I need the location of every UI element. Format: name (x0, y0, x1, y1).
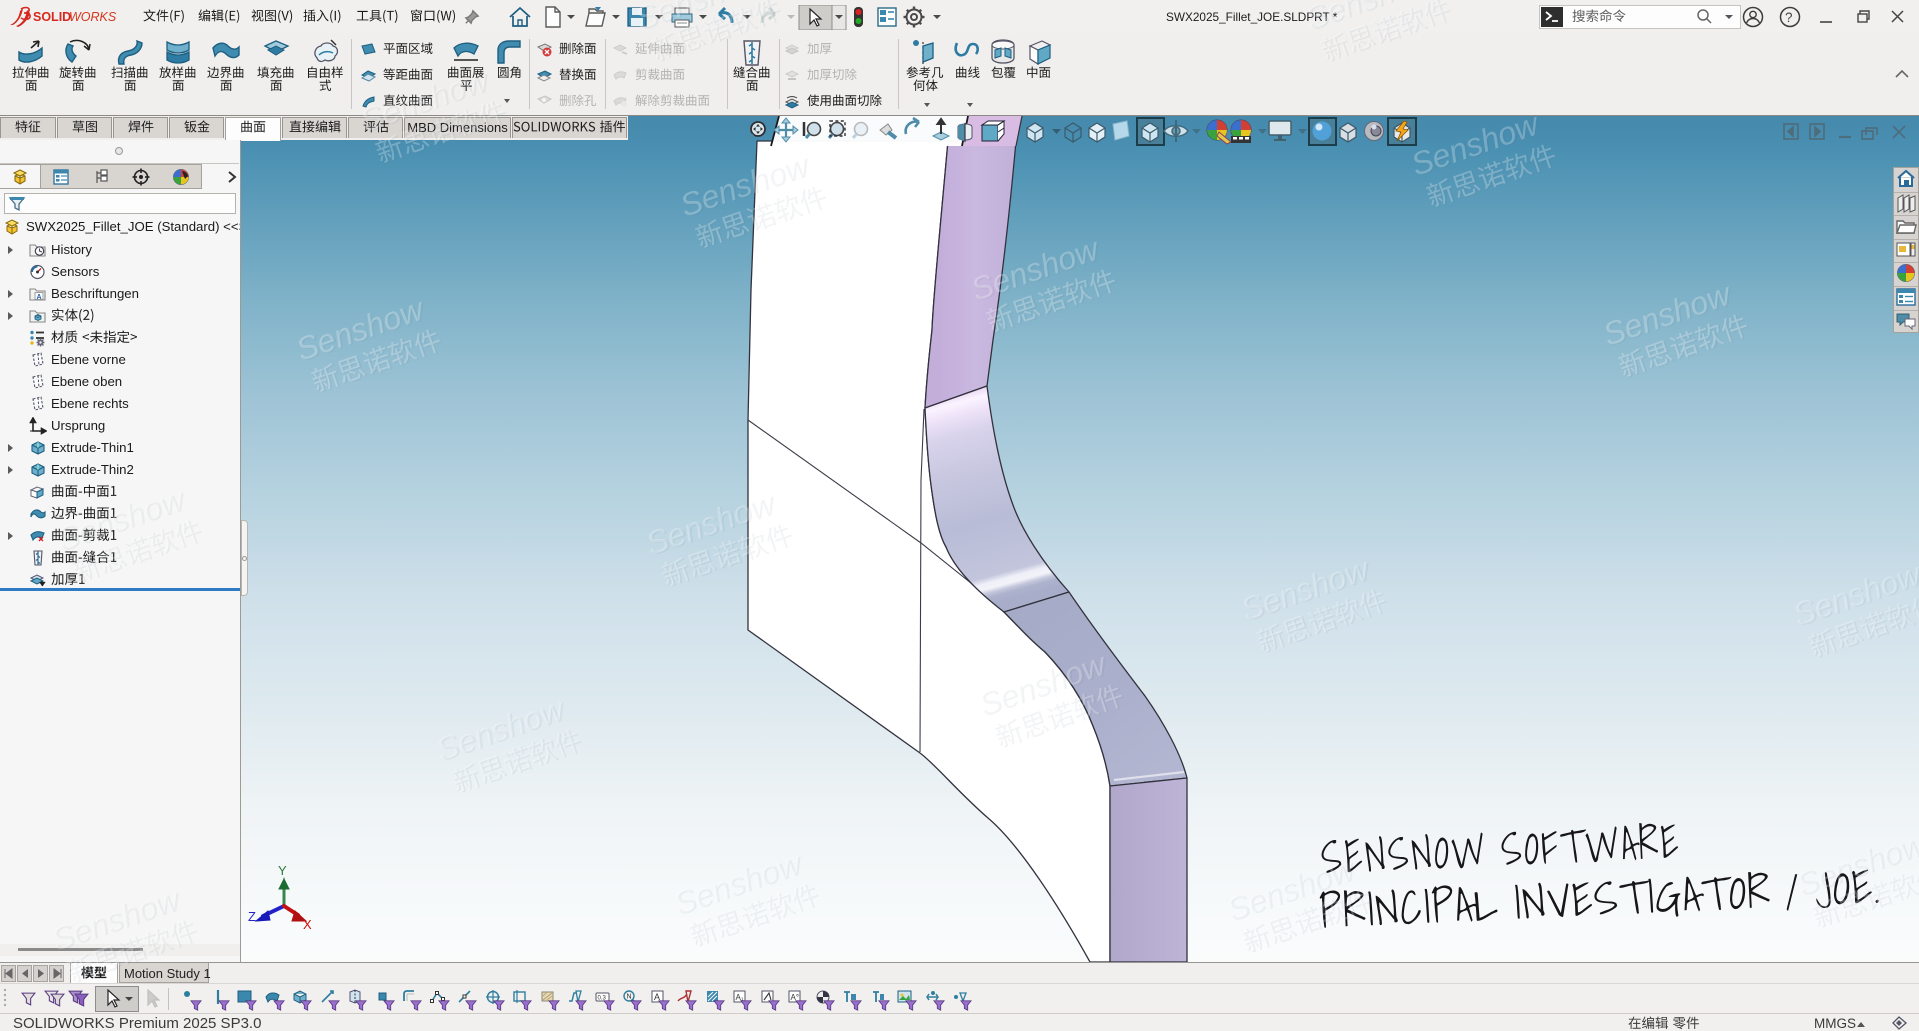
svg-text:Z: Z (248, 909, 256, 924)
svg-text:SOLID: SOLID (33, 10, 71, 24)
svg-text:?: ? (1785, 10, 1793, 25)
svg-text:X: X (303, 917, 312, 932)
svg-text:WORKS: WORKS (69, 10, 117, 24)
svg-text:A: A (37, 294, 42, 301)
svg-text:Y: Y (278, 863, 287, 878)
